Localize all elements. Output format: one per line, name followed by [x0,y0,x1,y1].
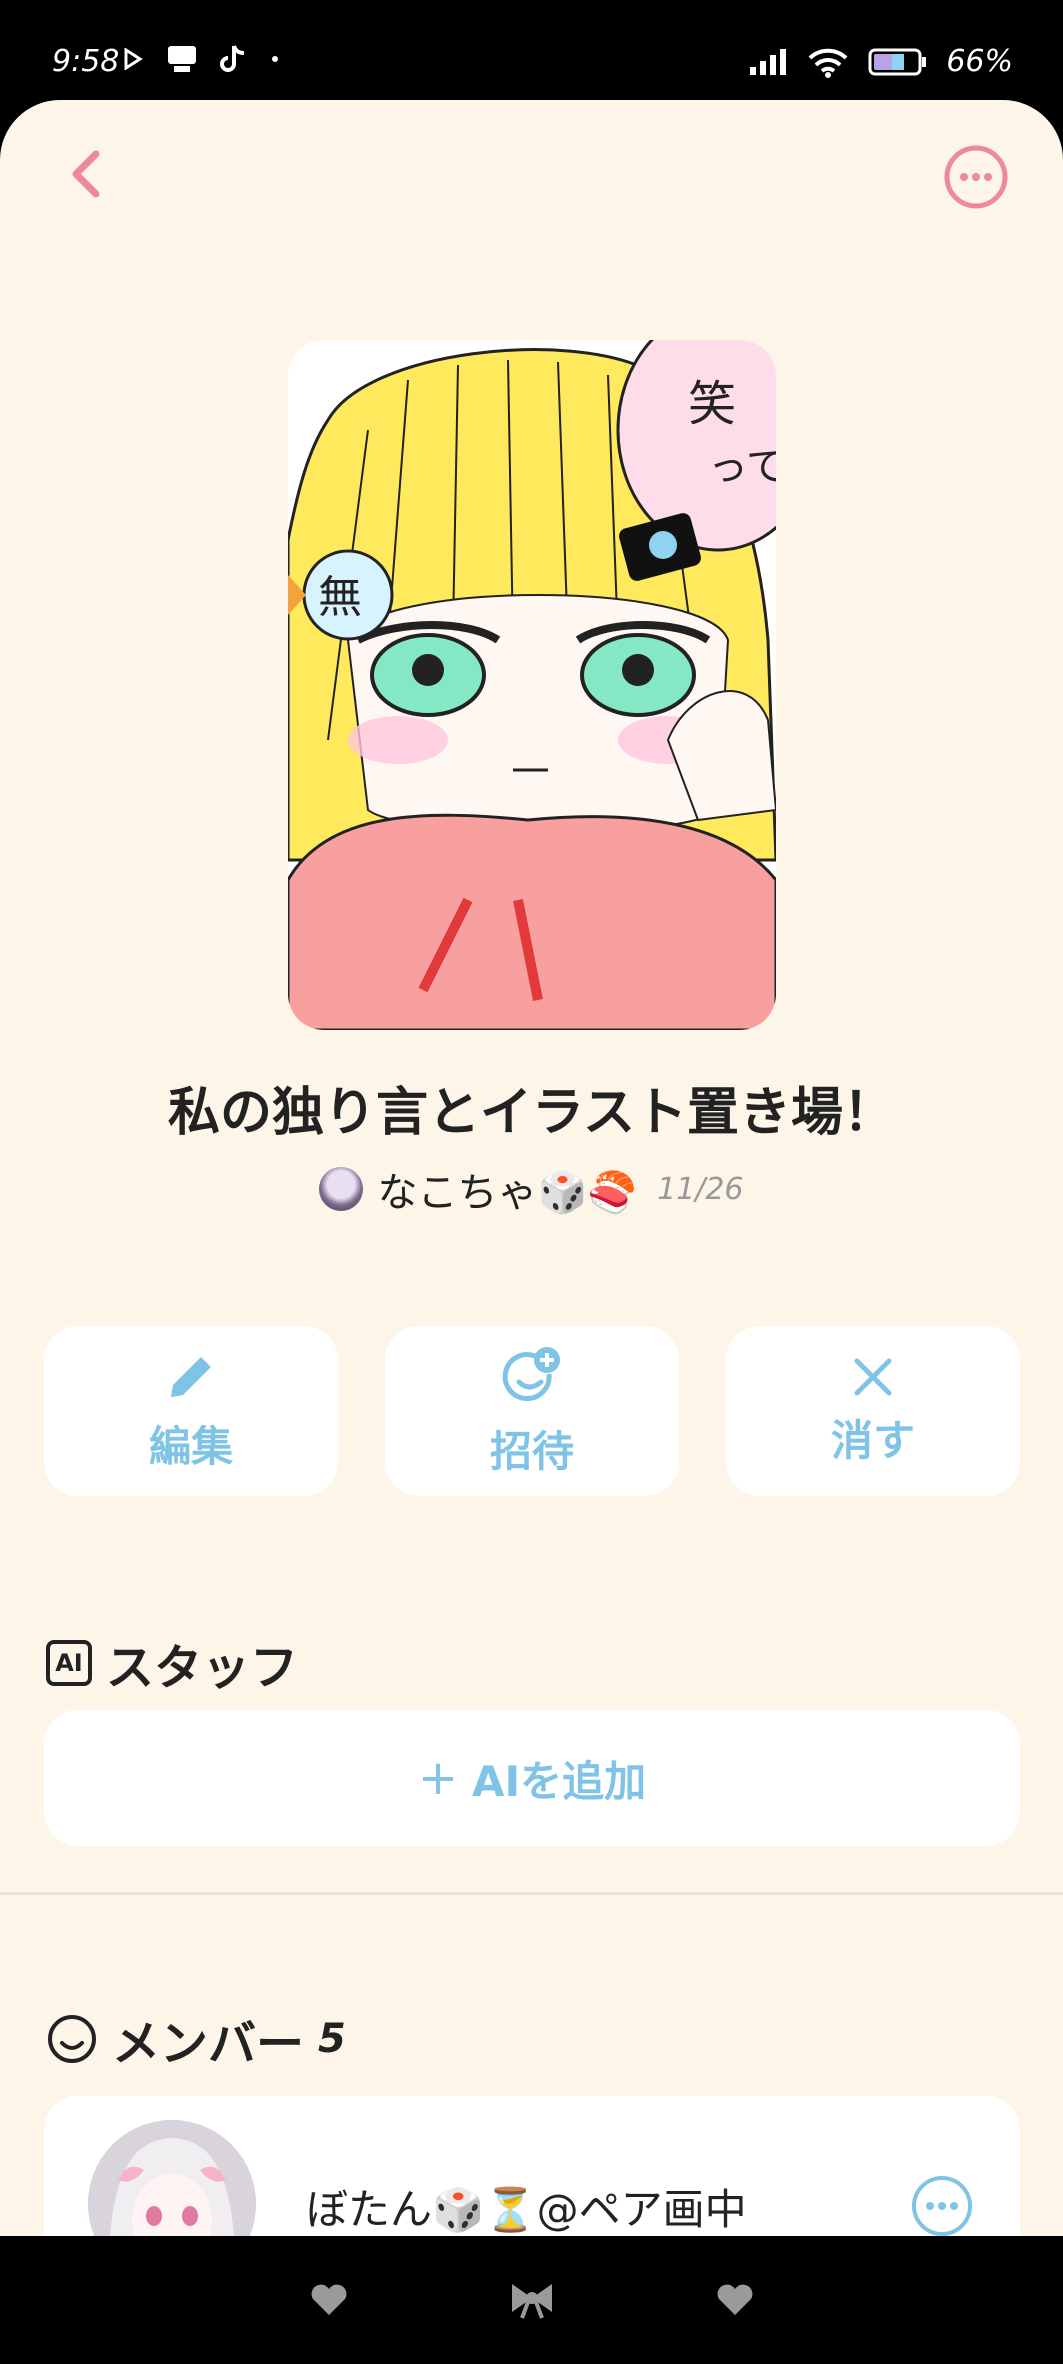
author-name[interactable]: なこちゃ🎲🍣 [377,1160,637,1218]
delete-button[interactable]: 消す [726,1326,1020,1496]
invite-label: 招待 [489,1426,574,1476]
invite-button[interactable]: 招待 [385,1326,679,1496]
status-time: 9:58 [52,44,120,79]
tiktok-icon [220,45,245,72]
delete-label: 消す [830,1415,915,1465]
staff-section-header: AI スタッフ [46,1628,298,1698]
staff-title: スタッフ [106,1640,299,1696]
play-icon [124,48,143,70]
add-ai-label: AIを追加 [472,1756,647,1806]
battery-icon [868,48,927,75]
edit-label: 編集 [148,1421,233,1471]
smile-icon [48,2015,96,2063]
pencil-icon [171,1356,211,1397]
bow-icon[interactable] [508,2280,556,2320]
members-count: 5 [318,2016,346,2062]
cover-illustration[interactable]: 笑 って 無 [288,340,776,1030]
post-title: 私の独り言とイラスト置き場！ [168,1083,895,1143]
ai-badge-icon: AI [46,1640,92,1686]
members-title: メンバー [112,2016,305,2072]
ellipsis-circle-icon [944,145,1008,209]
battery-percent: 66% [946,44,1013,79]
illustration-image: 笑 って 無 [288,340,776,1030]
add-ai-button[interactable]: + AIを追加 [44,1710,1020,1846]
app-notification-icon [168,46,196,72]
invite-smile-plus-icon [502,1346,560,1401]
member-avatar[interactable] [88,2120,256,2236]
member-more-button[interactable] [910,2174,974,2236]
member-name: ぼたん🎲⏳@ペア画中 [306,2185,747,2234]
member-row[interactable]: ぼたん🎲⏳@ペア画中 [44,2096,1020,2236]
wifi-icon [808,48,848,78]
post-date: 11/26 [657,1171,744,1207]
heart-icon[interactable] [310,2283,348,2317]
system-icons: 66% [748,44,1013,79]
ellipsis-circle-icon [912,2176,972,2236]
notification-icons [122,44,280,74]
signal-icon [750,48,787,75]
system-nav-bar [0,2236,1063,2364]
author-row[interactable]: なこちゃ🎲🍣 11/26 [0,1160,1063,1218]
svg-text:笑: 笑 [688,376,736,432]
dot-icon [272,56,278,62]
back-button[interactable] [60,148,112,200]
post-detail-sheet: 笑 って 無 私の独り言とイラスト置き場！ なこちゃ🎲🍣 11/26 編集 招待 [0,100,1063,2236]
action-buttons: 編集 招待 消す [44,1326,1020,1496]
edit-button[interactable]: 編集 [44,1326,338,1496]
chevron-left-icon [72,150,100,198]
members-section-header: メンバー 5 [46,2004,346,2074]
svg-text:無: 無 [318,572,362,623]
plus-icon: + [417,1750,459,1806]
more-options-button[interactable] [943,144,1009,210]
member-avatar-image [88,2120,256,2236]
author-avatar[interactable] [319,1167,364,1211]
section-divider [0,1892,1063,1895]
heart-icon[interactable] [716,2283,754,2317]
svg-text:って: って [708,444,776,490]
close-icon [854,1358,892,1395]
status-bar: 9:58 66% [0,0,1063,100]
